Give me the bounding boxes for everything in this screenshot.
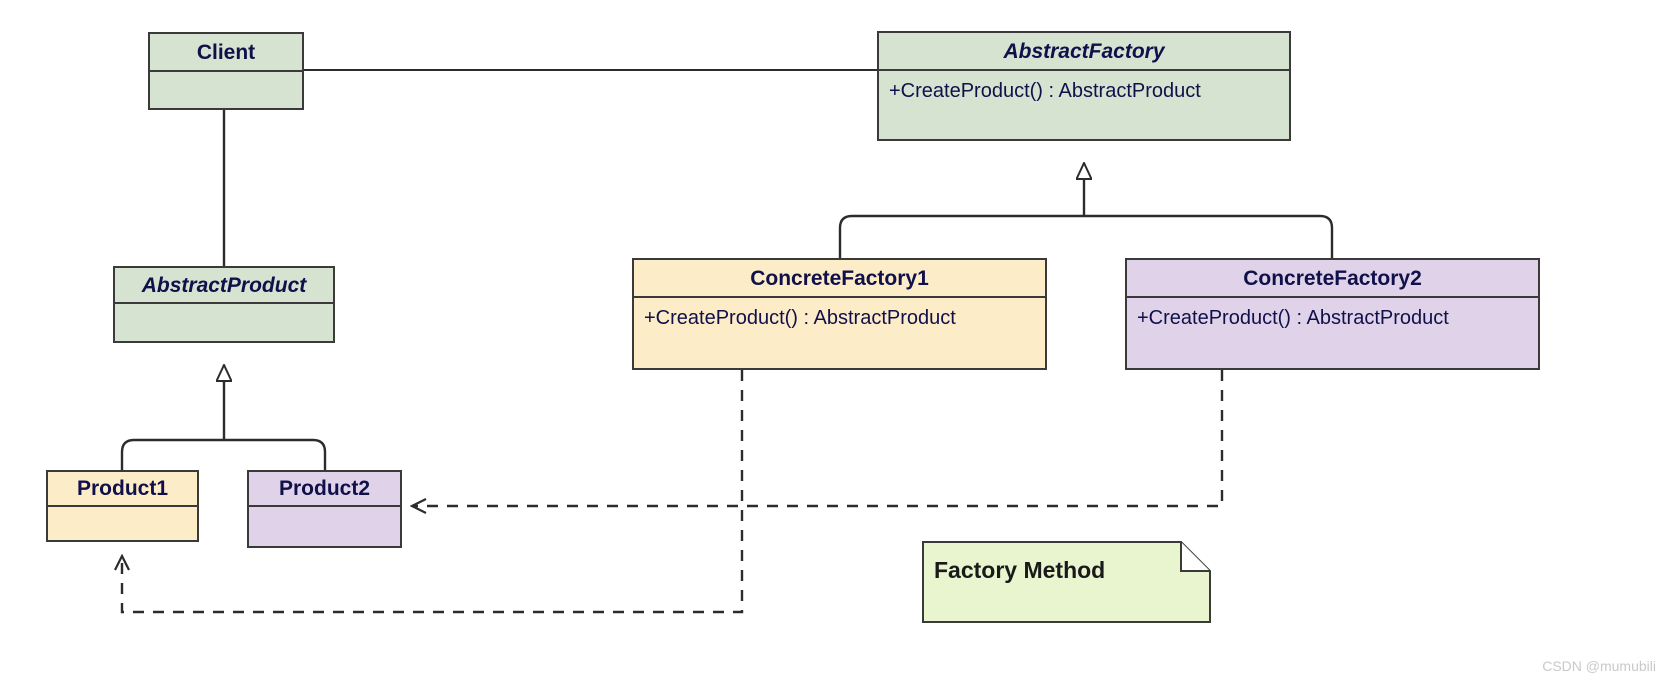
- class-members-abstractproduct: [115, 304, 333, 341]
- edge-branch-concretefactory2: [1084, 214, 1334, 258]
- edge-dependency-concretefactory1-product1: [122, 370, 744, 614]
- note-label-factory-method: Factory Method: [934, 557, 1106, 583]
- class-name-product1: Product1: [48, 472, 197, 507]
- class-member-concretefactory2-createproduct: +CreateProduct() : AbstractProduct: [1137, 307, 1449, 329]
- uml-class-product1[interactable]: Product1: [46, 470, 199, 542]
- class-members-product1: [48, 507, 197, 540]
- uml-class-abstractfactory[interactable]: AbstractFactory +CreateProduct() : Abstr…: [877, 31, 1291, 141]
- edge-branch-product1: [120, 438, 224, 470]
- class-name-product2: Product2: [249, 472, 400, 507]
- class-member-abstractfactory-createproduct: +CreateProduct() : AbstractProduct: [889, 80, 1201, 102]
- uml-class-product2[interactable]: Product2: [247, 470, 402, 548]
- class-name-abstractproduct: AbstractProduct: [115, 268, 333, 304]
- uml-diagram-canvas: Client AbstractFactory +CreateProduct() …: [0, 0, 1666, 680]
- class-members-client: [150, 72, 302, 108]
- uml-class-concretefactory1[interactable]: ConcreteFactory1 +CreateProduct() : Abst…: [632, 258, 1047, 370]
- uml-note-factory-method[interactable]: Factory Method: [922, 541, 1211, 623]
- class-name-concretefactory2: ConcreteFactory2: [1127, 260, 1538, 298]
- edge-branch-concretefactory1: [838, 214, 1084, 258]
- uml-class-abstractproduct[interactable]: AbstractProduct: [113, 266, 335, 343]
- class-name-abstractfactory: AbstractFactory: [879, 33, 1289, 71]
- class-member-concretefactory1-createproduct: +CreateProduct() : AbstractProduct: [644, 307, 956, 329]
- uml-class-client[interactable]: Client: [148, 32, 304, 110]
- class-name-client: Client: [150, 34, 302, 72]
- uml-class-concretefactory2[interactable]: ConcreteFactory2 +CreateProduct() : Abst…: [1125, 258, 1540, 370]
- watermark-credit: CSDN @mumubili: [1542, 658, 1656, 674]
- edge-dependency-concretefactory2-product2: [412, 370, 1224, 506]
- edge-branch-product2: [224, 438, 327, 470]
- class-members-product2: [249, 507, 400, 546]
- class-name-concretefactory1: ConcreteFactory1: [634, 260, 1045, 298]
